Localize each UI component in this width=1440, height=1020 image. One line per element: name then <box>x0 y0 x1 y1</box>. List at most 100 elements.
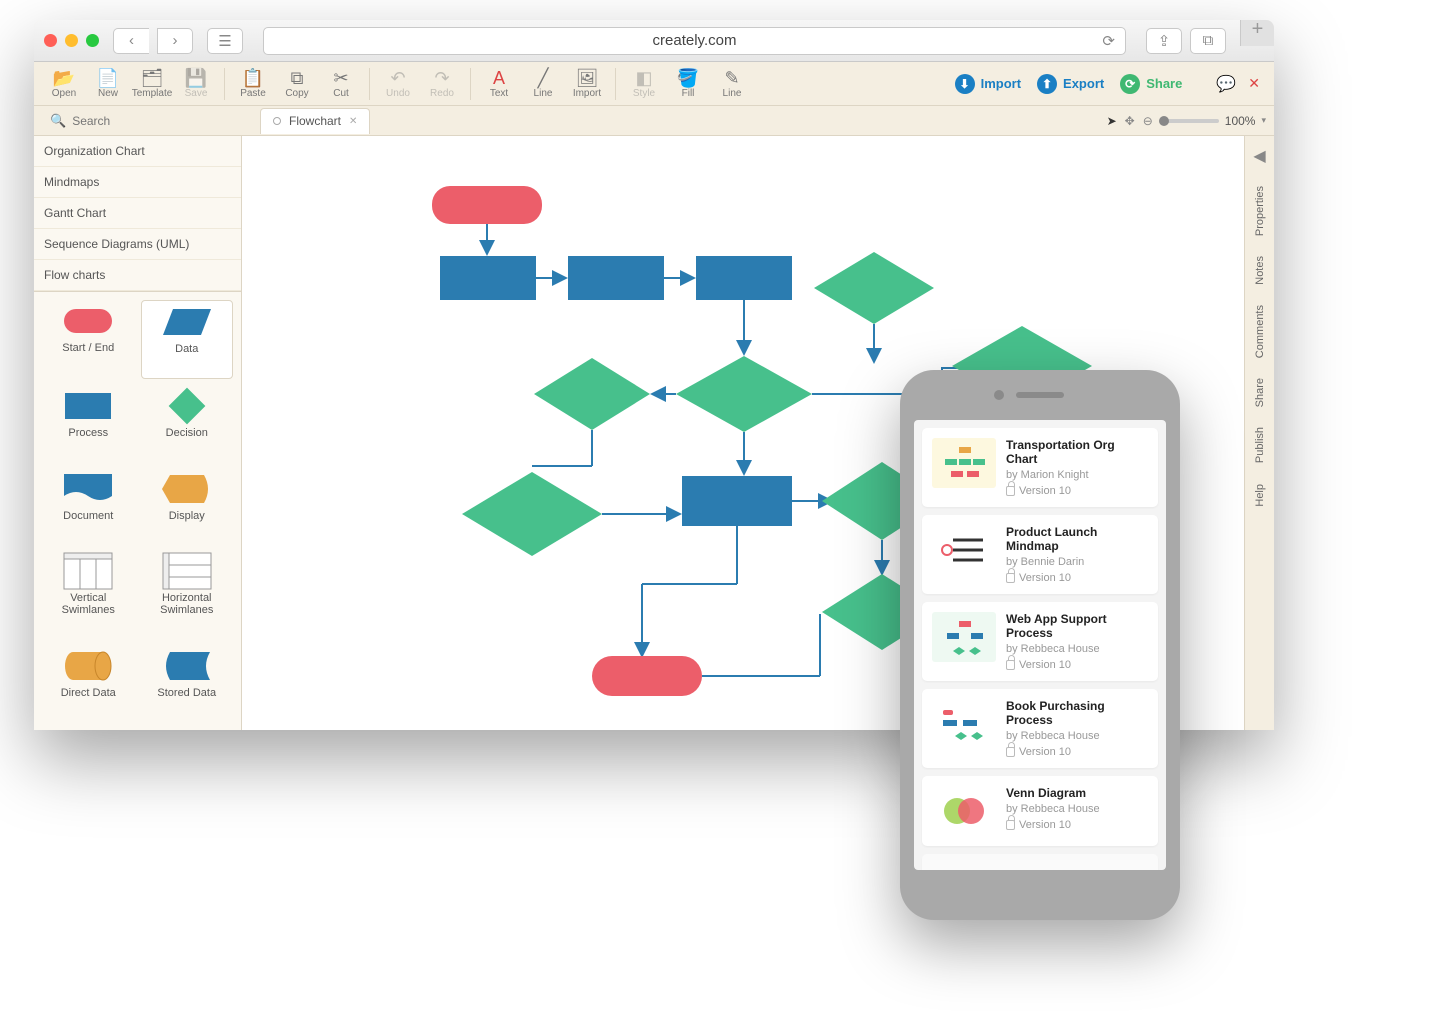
card-thumbnail <box>932 699 996 749</box>
shape-direct-data[interactable]: Direct Data <box>42 645 135 722</box>
shape-search-input[interactable] <box>72 114 192 128</box>
diagram-card[interactable]: Product Launch Mindmapby Bennie DarinVer… <box>922 515 1158 594</box>
export-action[interactable]: ⬆Export <box>1029 74 1112 94</box>
shape-decision[interactable]: Decision <box>141 385 234 462</box>
reload-icon[interactable]: ⟳ <box>1102 32 1115 50</box>
zoom-slider[interactable] <box>1159 119 1219 123</box>
shape-palette: Start / End Data Process Decision Docume… <box>34 292 241 730</box>
rail-comments[interactable]: Comments <box>1254 305 1266 358</box>
category-item[interactable]: Flow charts <box>34 260 241 291</box>
diagram-card[interactable]: Book Purchasing Processby Rebbeca HouseV… <box>922 689 1158 768</box>
mobile-screen[interactable]: Transportation Org Chartby Marion Knight… <box>914 420 1166 870</box>
category-list: Organization Chart Mindmaps Gantt Chart … <box>34 136 241 292</box>
rail-help[interactable]: Help <box>1254 484 1266 507</box>
forward-button[interactable]: › <box>157 28 193 54</box>
card-version: Version 10 <box>1019 572 1071 584</box>
diagram-card[interactable]: Venn Diagramby Rebbeca HouseVersion 10 <box>922 776 1158 846</box>
scissors-icon: ✂ <box>333 68 348 88</box>
tab-status-dot <box>273 117 281 125</box>
card-title: Book Purchasing Process <box>1006 699 1148 727</box>
category-item[interactable]: Organization Chart <box>34 136 241 167</box>
redo-button[interactable]: ↷Redo <box>420 62 464 106</box>
folder-icon: 📂 <box>53 68 75 88</box>
minimize-window-button[interactable] <box>65 34 78 47</box>
zoom-value: 100% <box>1225 114 1256 128</box>
diagram-card[interactable]: Web App Support Processby Rebbeca HouseV… <box>922 602 1158 681</box>
zoom-out-icon[interactable]: ⊖ <box>1143 114 1153 128</box>
shape-display[interactable]: Display <box>141 468 234 545</box>
save-button[interactable]: 💾Save <box>174 62 218 106</box>
tabs-browser-button[interactable]: ⧉ <box>1190 28 1226 54</box>
collapse-rail-icon[interactable]: ◀ <box>1253 146 1265 166</box>
zoom-dropdown-icon[interactable]: ▾ <box>1261 115 1266 126</box>
diagram-card[interactable]: Transportation Org Chartby Marion Knight… <box>922 428 1158 507</box>
template-button[interactable]: 🗂Template <box>130 62 174 106</box>
sidebar-toggle-button[interactable]: ☰ <box>207 28 243 54</box>
shape-start-end[interactable]: Start / End <box>42 300 135 379</box>
style-button[interactable]: ◧Style <box>622 62 666 106</box>
import-action[interactable]: ⬇Import <box>947 74 1029 94</box>
zoom-control[interactable]: ⊖ 100% ▾ <box>1143 114 1266 128</box>
lock-icon <box>1006 660 1015 670</box>
share-action[interactable]: ⟳Share <box>1112 74 1190 94</box>
undo-button[interactable]: ↶Undo <box>376 62 420 106</box>
rail-notes[interactable]: Notes <box>1254 256 1266 285</box>
close-window-button[interactable] <box>44 34 57 47</box>
shape-stored-data[interactable]: Stored Data <box>141 645 234 722</box>
shape-process[interactable]: Process <box>42 385 135 462</box>
download-icon: ⬇ <box>955 74 975 94</box>
pencil-icon: ✎ <box>724 68 739 88</box>
rail-share[interactable]: Share <box>1254 378 1266 407</box>
share-browser-button[interactable]: ⇪ <box>1146 28 1182 54</box>
shape-horizontal-swimlanes[interactable]: Horizontal Swimlanes <box>141 550 234 639</box>
card-thumbnail <box>932 864 996 870</box>
upload-icon: ⬆ <box>1037 74 1057 94</box>
maximize-window-button[interactable] <box>86 34 99 47</box>
shape-vertical-swimlanes[interactable]: Vertical Swimlanes <box>42 550 135 639</box>
fill-button[interactable]: 🪣Fill <box>666 62 710 106</box>
text-button[interactable]: AText <box>477 62 521 106</box>
document-tab[interactable]: Flowchart ✕ <box>260 108 370 134</box>
line-button[interactable]: ╱Line <box>521 62 565 106</box>
new-tab-button[interactable]: + <box>1240 20 1274 46</box>
copy-icon: ⧉ <box>291 68 304 88</box>
card-title: Transportation Org Chart <box>1006 438 1148 466</box>
category-item[interactable]: Gantt Chart <box>34 198 241 229</box>
document-tab-strip: 🔍 Flowchart ✕ ➤ ✥ ⊖ 100% ▾ <box>34 106 1274 136</box>
save-icon: 💾 <box>185 68 207 88</box>
redo-icon: ↷ <box>434 68 449 88</box>
card-title: Web App Support Process <box>1006 612 1148 640</box>
phone-speaker <box>1016 392 1064 398</box>
address-bar[interactable]: creately.com ⟳ <box>263 27 1126 55</box>
line-style-button[interactable]: ✎Line <box>710 62 754 106</box>
card-title: Venn Diagram <box>1006 786 1100 800</box>
text-icon: A <box>493 68 505 88</box>
line-icon: ╱ <box>538 68 549 88</box>
main-toolbar: 📂Open 📄New 🗂Template 💾Save 📋Paste ⧉Copy … <box>34 62 1274 106</box>
open-button[interactable]: 📂Open <box>42 62 86 106</box>
category-item[interactable]: Mindmaps <box>34 167 241 198</box>
shape-data[interactable]: Data <box>141 300 234 379</box>
close-tab-icon[interactable]: ✕ <box>349 116 357 127</box>
lock-icon <box>1006 486 1015 496</box>
copy-button[interactable]: ⧉Copy <box>275 62 319 106</box>
shape-document[interactable]: Document <box>42 468 135 545</box>
card-thumbnail <box>932 786 996 836</box>
new-button[interactable]: 📄New <box>86 62 130 106</box>
back-button[interactable]: ‹ <box>113 28 149 54</box>
rail-publish[interactable]: Publish <box>1254 427 1266 463</box>
mobile-device: Transportation Org Chartby Marion Knight… <box>900 370 1180 920</box>
shape-sidebar: Organization Chart Mindmaps Gantt Chart … <box>34 136 242 730</box>
cut-button[interactable]: ✂Cut <box>319 62 363 106</box>
rail-properties[interactable]: Properties <box>1254 186 1266 236</box>
category-item[interactable]: Sequence Diagrams (UML) <box>34 229 241 260</box>
diagram-card[interactable] <box>922 854 1158 870</box>
cursor-tool-icon[interactable]: ➤ <box>1107 114 1117 128</box>
close-panel-icon[interactable]: ✕ <box>1248 75 1260 92</box>
import-image-button[interactable]: 🖼Import <box>565 62 609 106</box>
file-icon: 📄 <box>97 68 119 88</box>
card-thumbnail <box>932 612 996 662</box>
comment-bubble-icon[interactable]: 💬 <box>1216 74 1236 94</box>
paste-button[interactable]: 📋Paste <box>231 62 275 106</box>
move-tool-icon[interactable]: ✥ <box>1125 114 1135 128</box>
